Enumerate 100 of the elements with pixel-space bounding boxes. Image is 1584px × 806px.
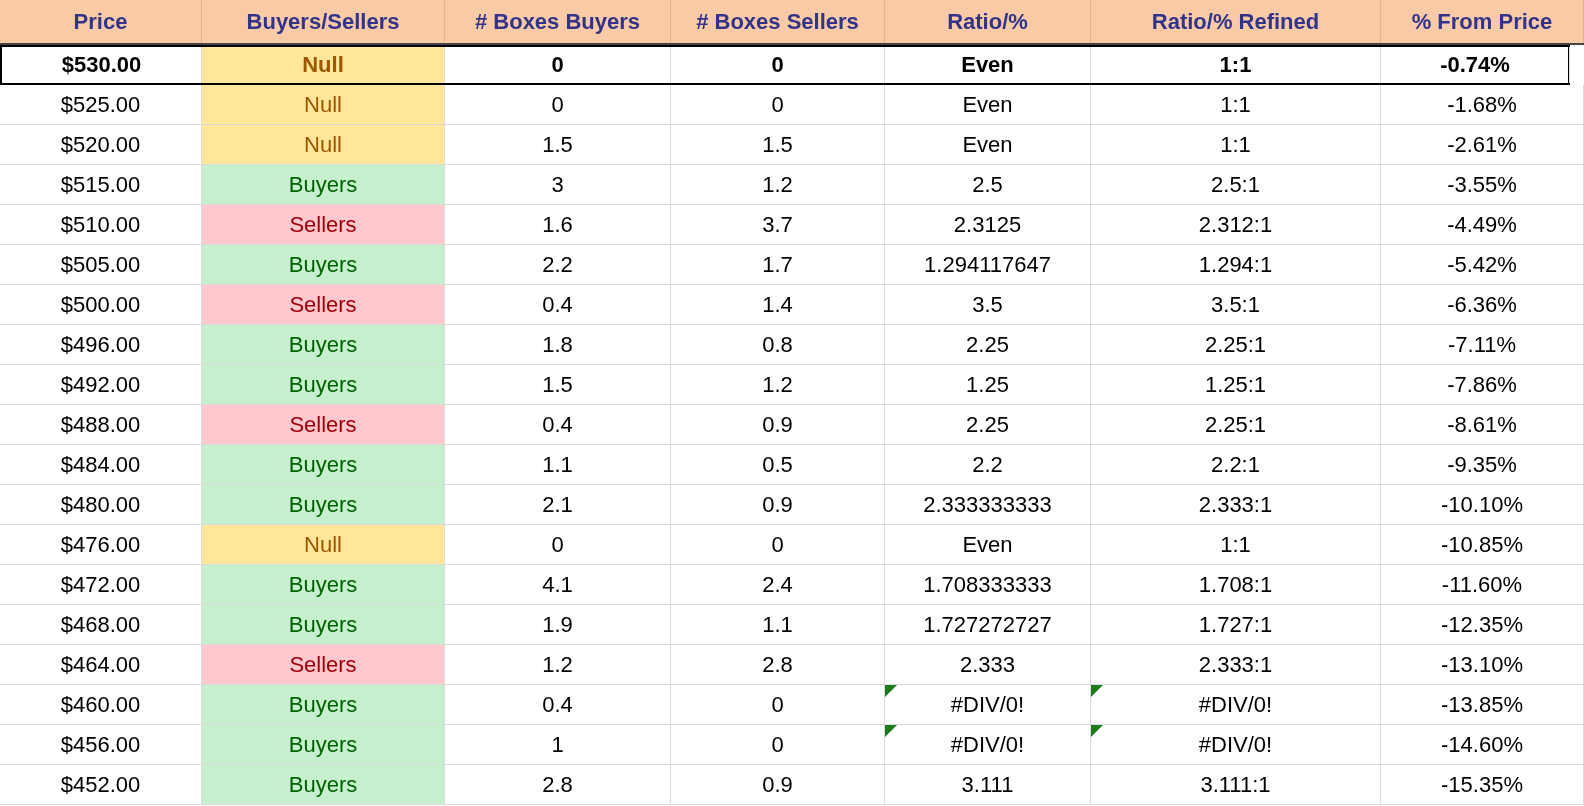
table-cell: -10.85% (1381, 525, 1584, 564)
table-cell: 0 (671, 47, 885, 83)
cell-text: 1.25:1 (1204, 371, 1267, 398)
table-cell: 0.8 (671, 325, 885, 364)
table-cell: 1 (445, 725, 671, 764)
table-cell: Buyers (202, 325, 445, 364)
table-cell: -4.49% (1381, 205, 1584, 244)
column-header: Buyers/Sellers (202, 0, 445, 43)
table-cell: Buyers (202, 765, 445, 804)
cell-text: 2.5:1 (1211, 171, 1260, 198)
table-cell: 3.7 (671, 205, 885, 244)
cell-text: 1.708:1 (1198, 571, 1273, 598)
cell-text: 1.294117647 (924, 251, 1051, 278)
table-cell: 0 (445, 525, 671, 564)
cell-text: Even (962, 91, 1013, 118)
table-cell: 2.2 (445, 245, 671, 284)
table-cell: 1.8 (445, 325, 671, 364)
table-cell: 3 (445, 165, 671, 204)
column-header: # Boxes Sellers (671, 0, 885, 43)
table-cell: Null (202, 47, 445, 83)
table-cell: Buyers (202, 485, 445, 524)
table-cell: 1.1 (671, 605, 885, 644)
table-cell: Buyers (202, 245, 445, 284)
table-cell: 1.5 (445, 125, 671, 164)
cell-text: 3.5 (972, 291, 1003, 318)
table-cell: -1.68% (1381, 85, 1584, 124)
cell-text: #DIV/0! (1198, 731, 1273, 758)
table-cell: 0.5 (671, 445, 885, 484)
cell-text: 2.25 (966, 331, 1009, 358)
table-cell: -9.35% (1381, 445, 1584, 484)
table-cell: Buyers (202, 725, 445, 764)
table-cell: 1.6 (445, 205, 671, 244)
table-cell: -3.55% (1381, 165, 1584, 204)
table-cell: 0.4 (445, 685, 671, 724)
table-cell: -2.61% (1381, 125, 1584, 164)
cell-text: 1.727:1 (1198, 611, 1273, 638)
table-cell: 1.9 (445, 605, 671, 644)
table-cell: -15.35% (1381, 765, 1584, 804)
table-cell: -11.60% (1381, 565, 1584, 604)
table-cell: Buyers (202, 365, 445, 404)
table-cell: -10.10% (1381, 485, 1584, 524)
table-cell: -0.74% (1381, 47, 1570, 83)
table-cell: Sellers (202, 405, 445, 444)
cell-text: 1.708333333 (923, 571, 1052, 598)
table-cell: -7.11% (1381, 325, 1584, 364)
table-cell: 0.9 (671, 405, 885, 444)
table-cell: 0 (671, 85, 885, 124)
table-cell: 1.5 (671, 125, 885, 164)
column-header: Ratio/% Refined (1091, 0, 1381, 43)
table-cell: Null (202, 85, 445, 124)
table-cell: Null (202, 125, 445, 164)
cell-text: 2.2:1 (1211, 451, 1260, 478)
cell-text: 1:1 (1220, 531, 1251, 558)
table-cell: 1.7 (671, 245, 885, 284)
table-cell: 0.9 (671, 765, 885, 804)
table-cell: 0 (445, 47, 671, 83)
cell-text: 1:1 (1219, 52, 1252, 78)
cell-text: 1.294:1 (1198, 251, 1273, 278)
table-cell: 1.5 (445, 365, 671, 404)
table-cell: 1.2 (445, 645, 671, 684)
table-cell: Buyers (202, 565, 445, 604)
cell-text: 2.333:1 (1198, 651, 1273, 678)
column-header: # Boxes Buyers (445, 0, 671, 43)
cell-text: 1:1 (1220, 91, 1251, 118)
table-cell: 1.4 (671, 285, 885, 324)
cell-text: 2.25 (966, 411, 1009, 438)
table-cell: 2.8 (671, 645, 885, 684)
table-cell: Buyers (202, 685, 445, 724)
cell-text: Even (962, 131, 1013, 158)
table-cell: 0.4 (445, 405, 671, 444)
table-cell: -7.86% (1381, 365, 1584, 404)
cell-text: 1:1 (1220, 131, 1251, 158)
table-cell: 0.9 (671, 485, 885, 524)
column-header: Ratio/% (885, 0, 1091, 43)
table-cell: Null (202, 525, 445, 564)
cell-text: #DIV/0! (950, 731, 1025, 758)
cell-text: 2.2 (972, 451, 1003, 478)
table-cell: -12.35% (1381, 605, 1584, 644)
cell-text: 3.111 (961, 771, 1014, 798)
cell-text: 2.3125 (953, 211, 1022, 238)
column-header: % From Price (1381, 0, 1584, 43)
cell-text: 3.111:1 (1200, 771, 1271, 798)
table-cell: -6.36% (1381, 285, 1584, 324)
cell-text: 2.312:1 (1198, 211, 1273, 238)
table-cell: 0 (671, 525, 885, 564)
column-header: Price (0, 0, 202, 43)
cell-text: #DIV/0! (950, 691, 1025, 718)
table-cell: -13.10% (1381, 645, 1584, 684)
table-cell: Sellers (202, 205, 445, 244)
cell-text: 2.333 (959, 651, 1016, 678)
table-cell: -5.42% (1381, 245, 1584, 284)
cell-text: Even (962, 531, 1013, 558)
cell-text: 1.727272727 (923, 611, 1052, 638)
cell-text: 3.5:1 (1211, 291, 1260, 318)
table-cell: 1.1 (445, 445, 671, 484)
cell-text: 1.25 (966, 371, 1009, 398)
cell-text: 2.25:1 (1204, 411, 1267, 438)
table-cell: 1.2 (671, 165, 885, 204)
cell-text: Even (961, 52, 1014, 78)
table-cell: 2.8 (445, 765, 671, 804)
